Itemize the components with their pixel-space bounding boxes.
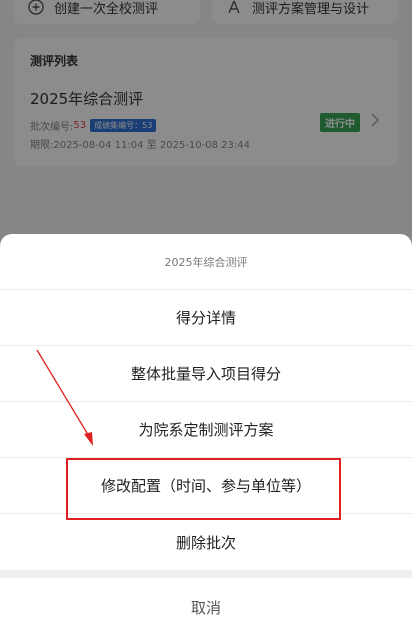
annotation-arrow — [36, 349, 93, 446]
